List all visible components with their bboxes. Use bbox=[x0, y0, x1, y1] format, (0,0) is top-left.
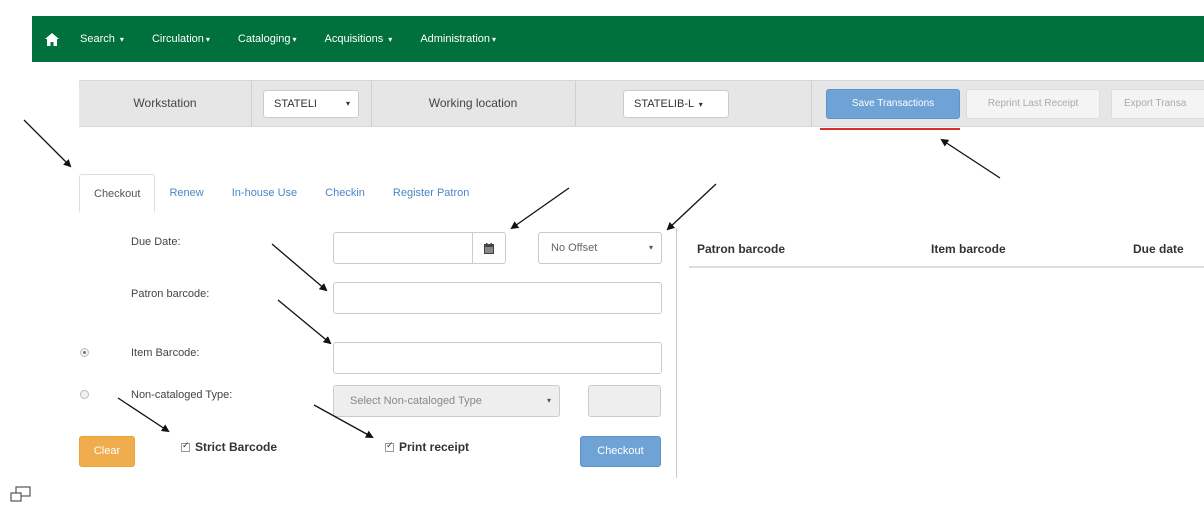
chevron-down-icon: ▾ bbox=[546, 396, 551, 405]
item-barcode-input[interactable] bbox=[333, 342, 662, 374]
nav-acquisitions-label: Acquisitions bbox=[324, 33, 384, 45]
workstation-label: Workstation bbox=[133, 96, 197, 110]
nav-cataloging[interactable]: Cataloging ▾ bbox=[238, 33, 297, 45]
top-navbar: Search ▾ Circulation ▾ Cataloging ▾ Acquis… bbox=[32, 16, 1204, 62]
due-date-offset-select[interactable]: No Offset ▾ bbox=[538, 232, 662, 264]
tab-checkin[interactable]: Checkin bbox=[311, 174, 379, 212]
due-date-input[interactable] bbox=[333, 232, 473, 264]
checkbox-checked-icon bbox=[385, 440, 394, 452]
due-date-label: Due Date: bbox=[131, 236, 181, 248]
nav-administration-label: Administration bbox=[420, 33, 491, 45]
reprint-last-receipt-button[interactable]: Reprint Last Receipt bbox=[966, 89, 1100, 119]
noncataloged-type-select-value: Select Non-cataloged Type bbox=[350, 395, 482, 407]
divider bbox=[575, 81, 576, 126]
nav-search-label: Search bbox=[80, 33, 115, 45]
annotation-arrow bbox=[510, 187, 570, 230]
print-receipt-checkbox[interactable]: Print receipt bbox=[385, 440, 469, 454]
noncataloged-type-select[interactable]: Select Non-cataloged Type ▾ bbox=[333, 385, 560, 417]
calendar-button[interactable] bbox=[472, 232, 506, 264]
annotation-arrow bbox=[23, 119, 72, 168]
checkbox-checked-icon bbox=[181, 440, 190, 452]
chevron-down-icon: ▾ bbox=[648, 243, 653, 252]
nav-search[interactable]: Search ▾ bbox=[80, 33, 124, 45]
item-barcode-label: Item Barcode: bbox=[131, 347, 200, 359]
home-icon[interactable] bbox=[32, 16, 72, 62]
screenshot: Search ▾ Circulation ▾ Cataloging ▾ Acquis… bbox=[0, 0, 1204, 508]
nav-administration[interactable]: Administration ▾ bbox=[420, 33, 496, 45]
chevron-down-icon: ▾ bbox=[698, 100, 703, 109]
working-location-label: Working location bbox=[428, 96, 518, 110]
item-barcode-radio[interactable] bbox=[80, 348, 89, 357]
nav-circulation-label: Circulation bbox=[151, 33, 204, 45]
panel-divider bbox=[676, 228, 677, 478]
table-header-divider bbox=[689, 266, 1204, 268]
noncataloged-type-label: Non-cataloged Type: bbox=[131, 389, 233, 401]
image-size-icon bbox=[10, 486, 31, 502]
save-transactions-button[interactable]: Save Transactions bbox=[826, 89, 960, 119]
tab-register-patron[interactable]: Register Patron bbox=[379, 174, 483, 212]
nav-cataloging-label: Cataloging bbox=[237, 33, 291, 45]
divider bbox=[811, 81, 812, 126]
divider bbox=[251, 81, 252, 126]
chevron-down-icon: ▾ bbox=[345, 99, 350, 108]
working-location-select-value: STATELIB-L bbox=[634, 98, 694, 110]
chevron-down-icon: ▾ bbox=[119, 35, 124, 44]
chevron-down-icon: ▾ bbox=[388, 35, 393, 44]
tab-checkout[interactable]: Checkout bbox=[79, 174, 156, 212]
annotation-arrow bbox=[666, 183, 717, 231]
annotation-arrow bbox=[117, 397, 170, 433]
column-header-due-date[interactable]: Due date bbox=[1133, 242, 1184, 256]
chevron-down-icon: ▾ bbox=[205, 35, 210, 44]
chevron-down-icon: ▾ bbox=[492, 35, 497, 44]
workstation-select-value: STATELI bbox=[274, 98, 317, 110]
nav-acquisitions[interactable]: Acquisitions ▾ bbox=[325, 33, 393, 45]
calendar-icon bbox=[484, 242, 494, 254]
tab-in-house-use[interactable]: In-house Use bbox=[218, 174, 311, 212]
due-date-offset-value: No Offset bbox=[551, 242, 598, 254]
workstation-select[interactable]: STATELI ▾ bbox=[263, 90, 359, 118]
noncataloged-count-input[interactable] bbox=[588, 385, 661, 417]
strict-barcode-label: Strict Barcode bbox=[195, 440, 278, 454]
annotation-arrow bbox=[271, 243, 328, 292]
annotation-arrow bbox=[940, 138, 1001, 179]
clear-button[interactable]: Clear bbox=[79, 436, 135, 467]
tab-renew[interactable]: Renew bbox=[155, 174, 217, 212]
nav-circulation[interactable]: Circulation ▾ bbox=[152, 33, 210, 45]
working-location-select[interactable]: STATELIB-L ▾ bbox=[623, 90, 729, 118]
export-transactions-button[interactable]: Export Transa bbox=[1111, 89, 1204, 119]
chevron-down-icon: ▾ bbox=[292, 35, 297, 44]
column-header-patron-barcode[interactable]: Patron barcode bbox=[697, 242, 785, 256]
circ-tabs: Checkout Renew In-house Use Checkin Regi… bbox=[79, 174, 483, 212]
annotation-arrow bbox=[277, 299, 332, 345]
noncataloged-radio[interactable] bbox=[80, 390, 89, 399]
workstation-bar: Workstation STATELI ▾ Working location S… bbox=[79, 80, 1204, 127]
patron-barcode-label: Patron barcode: bbox=[131, 288, 210, 300]
checkout-button[interactable]: Checkout bbox=[580, 436, 661, 467]
strict-barcode-checkbox[interactable]: Strict Barcode bbox=[181, 440, 277, 454]
highlight-underline bbox=[820, 128, 960, 130]
column-header-item-barcode[interactable]: Item barcode bbox=[931, 242, 1006, 256]
patron-barcode-input[interactable] bbox=[333, 282, 662, 314]
print-receipt-label: Print receipt bbox=[399, 440, 470, 454]
